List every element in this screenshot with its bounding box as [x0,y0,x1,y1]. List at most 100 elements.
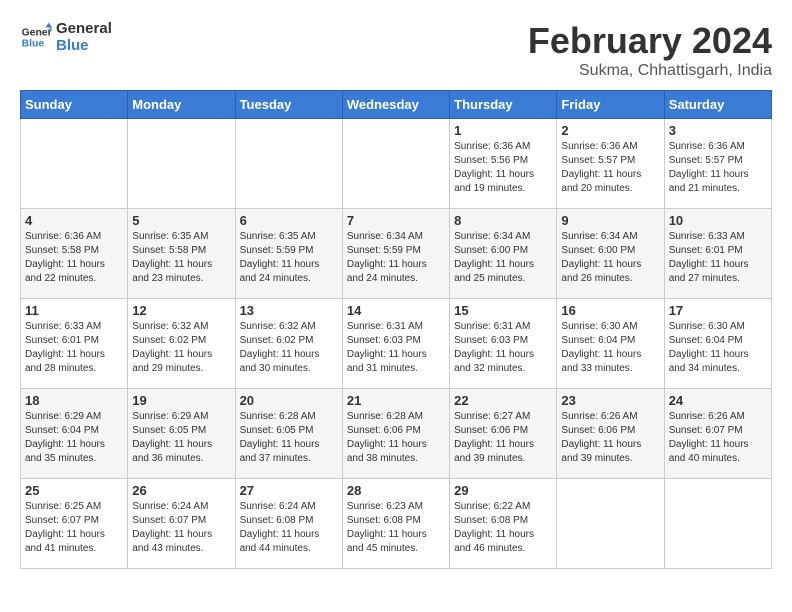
day-number: 7 [347,213,445,228]
calendar-cell: 24 Sunrise: 6:26 AM Sunset: 6:07 PM Dayli… [664,389,771,479]
day-info: Sunrise: 6:29 AM Sunset: 6:05 PM Dayligh… [132,410,230,466]
day-number: 26 [132,483,230,498]
calendar-cell: 6 Sunrise: 6:35 AM Sunset: 5:59 PM Daylig… [235,209,342,299]
calendar-table: SundayMondayTuesdayWednesdayThursdayFrid… [20,90,772,569]
day-number: 24 [669,393,767,408]
day-info: Sunrise: 6:24 AM Sunset: 6:07 PM Dayligh… [132,500,230,556]
calendar-week-row: 25 Sunrise: 6:25 AM Sunset: 6:07 PM Dayli… [21,479,772,569]
calendar-header-row: SundayMondayTuesdayWednesdayThursdayFrid… [21,91,772,119]
calendar-cell: 28 Sunrise: 6:23 AM Sunset: 6:08 PM Dayli… [342,479,449,569]
calendar-cell: 26 Sunrise: 6:24 AM Sunset: 6:07 PM Dayli… [128,479,235,569]
day-info: Sunrise: 6:32 AM Sunset: 6:02 PM Dayligh… [240,320,338,376]
day-number: 27 [240,483,338,498]
calendar-cell: 27Sunrise: 6:24 AM Sunset: 6:08 PM Dayli… [235,479,342,569]
calendar-cell [557,479,664,569]
calendar-cell [664,479,771,569]
day-info: Sunrise: 6:25 AM Sunset: 6:07 PM Dayligh… [25,500,123,556]
day-info: Sunrise: 6:31 AM Sunset: 6:03 PM Dayligh… [347,320,445,376]
day-number: 2 [561,123,659,138]
calendar-week-row: 1 Sunrise: 6:36 AM Sunset: 5:56 PM Daylig… [21,119,772,209]
day-number: 15 [454,303,552,318]
day-info: Sunrise: 6:35 AM Sunset: 5:58 PM Dayligh… [132,230,230,286]
day-info: Sunrise: 6:36 AM Sunset: 5:58 PM Dayligh… [25,230,123,286]
day-number: 5 [132,213,230,228]
weekday-header: Saturday [664,91,771,119]
calendar-cell: 16 Sunrise: 6:30 AM Sunset: 6:04 PM Dayli… [557,299,664,389]
day-number: 23 [561,393,659,408]
weekday-header: Sunday [21,91,128,119]
weekday-header: Monday [128,91,235,119]
month-title: February 2024 [528,20,772,62]
day-number: 13 [240,303,338,318]
day-info: Sunrise: 6:26 AM Sunset: 6:06 PM Dayligh… [561,410,659,466]
calendar-week-row: 11 Sunrise: 6:33 AM Sunset: 6:01 PM Dayli… [21,299,772,389]
day-info: Sunrise: 6:36 AM Sunset: 5:56 PM Dayligh… [454,140,552,196]
calendar-cell: 5 Sunrise: 6:35 AM Sunset: 5:58 PM Daylig… [128,209,235,299]
day-info: Sunrise: 6:34 AM Sunset: 6:00 PM Dayligh… [454,230,552,286]
calendar-week-row: 4 Sunrise: 6:36 AM Sunset: 5:58 PM Daylig… [21,209,772,299]
day-number: 1 [454,123,552,138]
calendar-cell: 11 Sunrise: 6:33 AM Sunset: 6:01 PM Dayli… [21,299,128,389]
calendar-cell: 19Sunrise: 6:29 AM Sunset: 6:05 PM Dayli… [128,389,235,479]
calendar-cell: 8Sunrise: 6:34 AM Sunset: 6:00 PM Daylig… [450,209,557,299]
calendar-cell [235,119,342,209]
day-number: 25 [25,483,123,498]
day-info: Sunrise: 6:26 AM Sunset: 6:07 PM Dayligh… [669,410,767,466]
day-info: Sunrise: 6:33 AM Sunset: 6:01 PM Dayligh… [25,320,123,376]
day-info: Sunrise: 6:28 AM Sunset: 6:05 PM Dayligh… [240,410,338,466]
weekday-header: Wednesday [342,91,449,119]
calendar-cell: 3 Sunrise: 6:36 AM Sunset: 5:57 PM Daylig… [664,119,771,209]
day-info: Sunrise: 6:30 AM Sunset: 6:04 PM Dayligh… [669,320,767,376]
day-number: 6 [240,213,338,228]
day-number: 11 [25,303,123,318]
day-number: 10 [669,213,767,228]
calendar-cell: 29Sunrise: 6:22 AM Sunset: 6:08 PM Dayli… [450,479,557,569]
day-number: 28 [347,483,445,498]
day-number: 4 [25,213,123,228]
day-number: 16 [561,303,659,318]
logo-icon: General Blue [20,21,52,53]
day-info: Sunrise: 6:29 AM Sunset: 6:04 PM Dayligh… [25,410,123,466]
weekday-header: Tuesday [235,91,342,119]
calendar-cell: 9 Sunrise: 6:34 AM Sunset: 6:00 PM Daylig… [557,209,664,299]
day-number: 17 [669,303,767,318]
calendar-cell: 1 Sunrise: 6:36 AM Sunset: 5:56 PM Daylig… [450,119,557,209]
day-number: 3 [669,123,767,138]
day-number: 12 [132,303,230,318]
calendar-cell: 23 Sunrise: 6:26 AM Sunset: 6:06 PM Dayli… [557,389,664,479]
weekday-header: Friday [557,91,664,119]
day-info: Sunrise: 6:28 AM Sunset: 6:06 PM Dayligh… [347,410,445,466]
calendar-cell [128,119,235,209]
svg-text:General: General [22,27,52,38]
calendar-cell: 22Sunrise: 6:27 AM Sunset: 6:06 PM Dayli… [450,389,557,479]
day-info: Sunrise: 6:34 AM Sunset: 5:59 PM Dayligh… [347,230,445,286]
day-info: Sunrise: 6:34 AM Sunset: 6:00 PM Dayligh… [561,230,659,286]
header: General Blue General Blue February 2024 … [20,20,772,80]
location-subtitle: Sukma, Chhattisgarh, India [528,62,772,80]
day-number: 18 [25,393,123,408]
logo-line2: Blue [56,37,112,54]
day-info: Sunrise: 6:35 AM Sunset: 5:59 PM Dayligh… [240,230,338,286]
calendar-cell: 25 Sunrise: 6:25 AM Sunset: 6:07 PM Dayli… [21,479,128,569]
calendar-cell: 13 Sunrise: 6:32 AM Sunset: 6:02 PM Dayli… [235,299,342,389]
calendar-cell [21,119,128,209]
logo-line1: General [56,20,112,37]
day-number: 29 [454,483,552,498]
day-number: 14 [347,303,445,318]
calendar-week-row: 18 Sunrise: 6:29 AM Sunset: 6:04 PM Dayli… [21,389,772,479]
svg-text:Blue: Blue [22,39,45,50]
day-info: Sunrise: 6:23 AM Sunset: 6:08 PM Dayligh… [347,500,445,556]
day-info: Sunrise: 6:33 AM Sunset: 6:01 PM Dayligh… [669,230,767,286]
calendar-cell: 2 Sunrise: 6:36 AM Sunset: 5:57 PM Daylig… [557,119,664,209]
day-info: Sunrise: 6:36 AM Sunset: 5:57 PM Dayligh… [669,140,767,196]
logo: General Blue General Blue [20,20,112,54]
calendar-cell: 21Sunrise: 6:28 AM Sunset: 6:06 PM Dayli… [342,389,449,479]
calendar-cell: 18 Sunrise: 6:29 AM Sunset: 6:04 PM Dayli… [21,389,128,479]
calendar-cell: 20Sunrise: 6:28 AM Sunset: 6:05 PM Dayli… [235,389,342,479]
day-number: 9 [561,213,659,228]
day-info: Sunrise: 6:27 AM Sunset: 6:06 PM Dayligh… [454,410,552,466]
day-info: Sunrise: 6:30 AM Sunset: 6:04 PM Dayligh… [561,320,659,376]
day-info: Sunrise: 6:36 AM Sunset: 5:57 PM Dayligh… [561,140,659,196]
calendar-cell: 10 Sunrise: 6:33 AM Sunset: 6:01 PM Dayli… [664,209,771,299]
calendar-cell: 12Sunrise: 6:32 AM Sunset: 6:02 PM Dayli… [128,299,235,389]
